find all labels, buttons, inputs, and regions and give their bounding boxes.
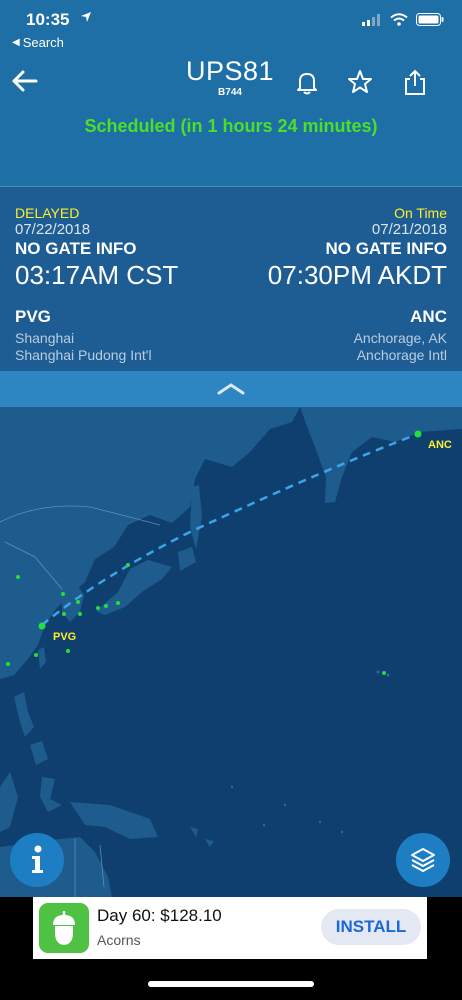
arrival-time: 07:30PM AKDT (267, 260, 447, 290)
back-arrow-icon[interactable] (10, 66, 40, 96)
departure-gate: NO GATE INFO (15, 239, 137, 258)
bell-icon[interactable] (293, 68, 321, 96)
arrival-status: On Time (394, 205, 447, 221)
signal-icon (362, 13, 380, 26)
back-triangle-icon: ◀ (12, 37, 20, 48)
departure-status: DELAYED (15, 205, 80, 221)
ad-advertiser: Acorns (97, 932, 141, 948)
flight-details: DELAYED 07/22/2018 NO GATE INFO 03:17AM … (0, 186, 462, 371)
battery-icon (416, 13, 444, 26)
destination-map-label: ANC (428, 439, 452, 451)
info-button[interactable] (10, 833, 64, 887)
departure-airport: Shanghai Pudong Int'l (15, 347, 152, 363)
layers-button[interactable] (396, 833, 450, 887)
arrival-city: Anchorage, AK (353, 330, 447, 346)
wifi-icon (390, 13, 408, 26)
origin-map-label: PVG (53, 631, 77, 643)
ad-card[interactable]: Day 60: $128.10 Acorns INSTALL (33, 897, 427, 959)
chevron-up-icon (217, 383, 245, 395)
arrival-airport: Anchorage Intl (356, 347, 447, 363)
departure-info: DELAYED 07/22/2018 NO GATE INFO 03:17AM … (15, 205, 178, 363)
ad-banner: Day 60: $128.10 Acorns INSTALL (0, 897, 462, 1000)
flight-number: UPS81 (185, 56, 275, 86)
map-background (0, 407, 462, 897)
star-icon[interactable] (346, 68, 374, 96)
back-search-label: Search (22, 35, 64, 50)
install-button[interactable]: INSTALL (321, 909, 421, 945)
ad-title: Day 60: $128.10 (97, 906, 222, 925)
info-icon (32, 845, 43, 873)
aircraft-type: B744 (218, 87, 242, 98)
home-indicator[interactable] (148, 981, 314, 987)
back-to-search-link[interactable]: ◀ Search (12, 35, 64, 50)
flight-status-text: Scheduled (in 1 hours 24 minutes) (84, 116, 378, 136)
status-bar: 10:35 (0, 0, 462, 34)
departure-time: 03:17AM CST (15, 260, 179, 290)
location-arrow-icon (81, 12, 91, 22)
flight-map[interactable]: PVG ANC (0, 407, 462, 897)
departure-code: PVG (15, 307, 51, 326)
layers-icon (411, 848, 435, 872)
arrival-info: On Time 07/21/2018 NO GATE INFO 07:30PM … (268, 205, 447, 363)
arrival-gate: NO GATE INFO (325, 239, 447, 258)
share-icon[interactable] (401, 68, 429, 96)
departure-city: Shanghai (15, 330, 75, 346)
departure-date: 07/22/2018 (15, 221, 91, 238)
status-icons (362, 13, 444, 26)
arrival-code: ANC (410, 307, 447, 326)
flight-header: 10:35 ◀ Search UPS81 B744 Scheduled (in … (0, 0, 462, 186)
status-time: 10:35 (26, 10, 70, 29)
arrival-date: 07/21/2018 (371, 221, 447, 238)
acorn-logo-icon (39, 903, 89, 953)
collapse-details-toggle[interactable] (0, 371, 462, 407)
